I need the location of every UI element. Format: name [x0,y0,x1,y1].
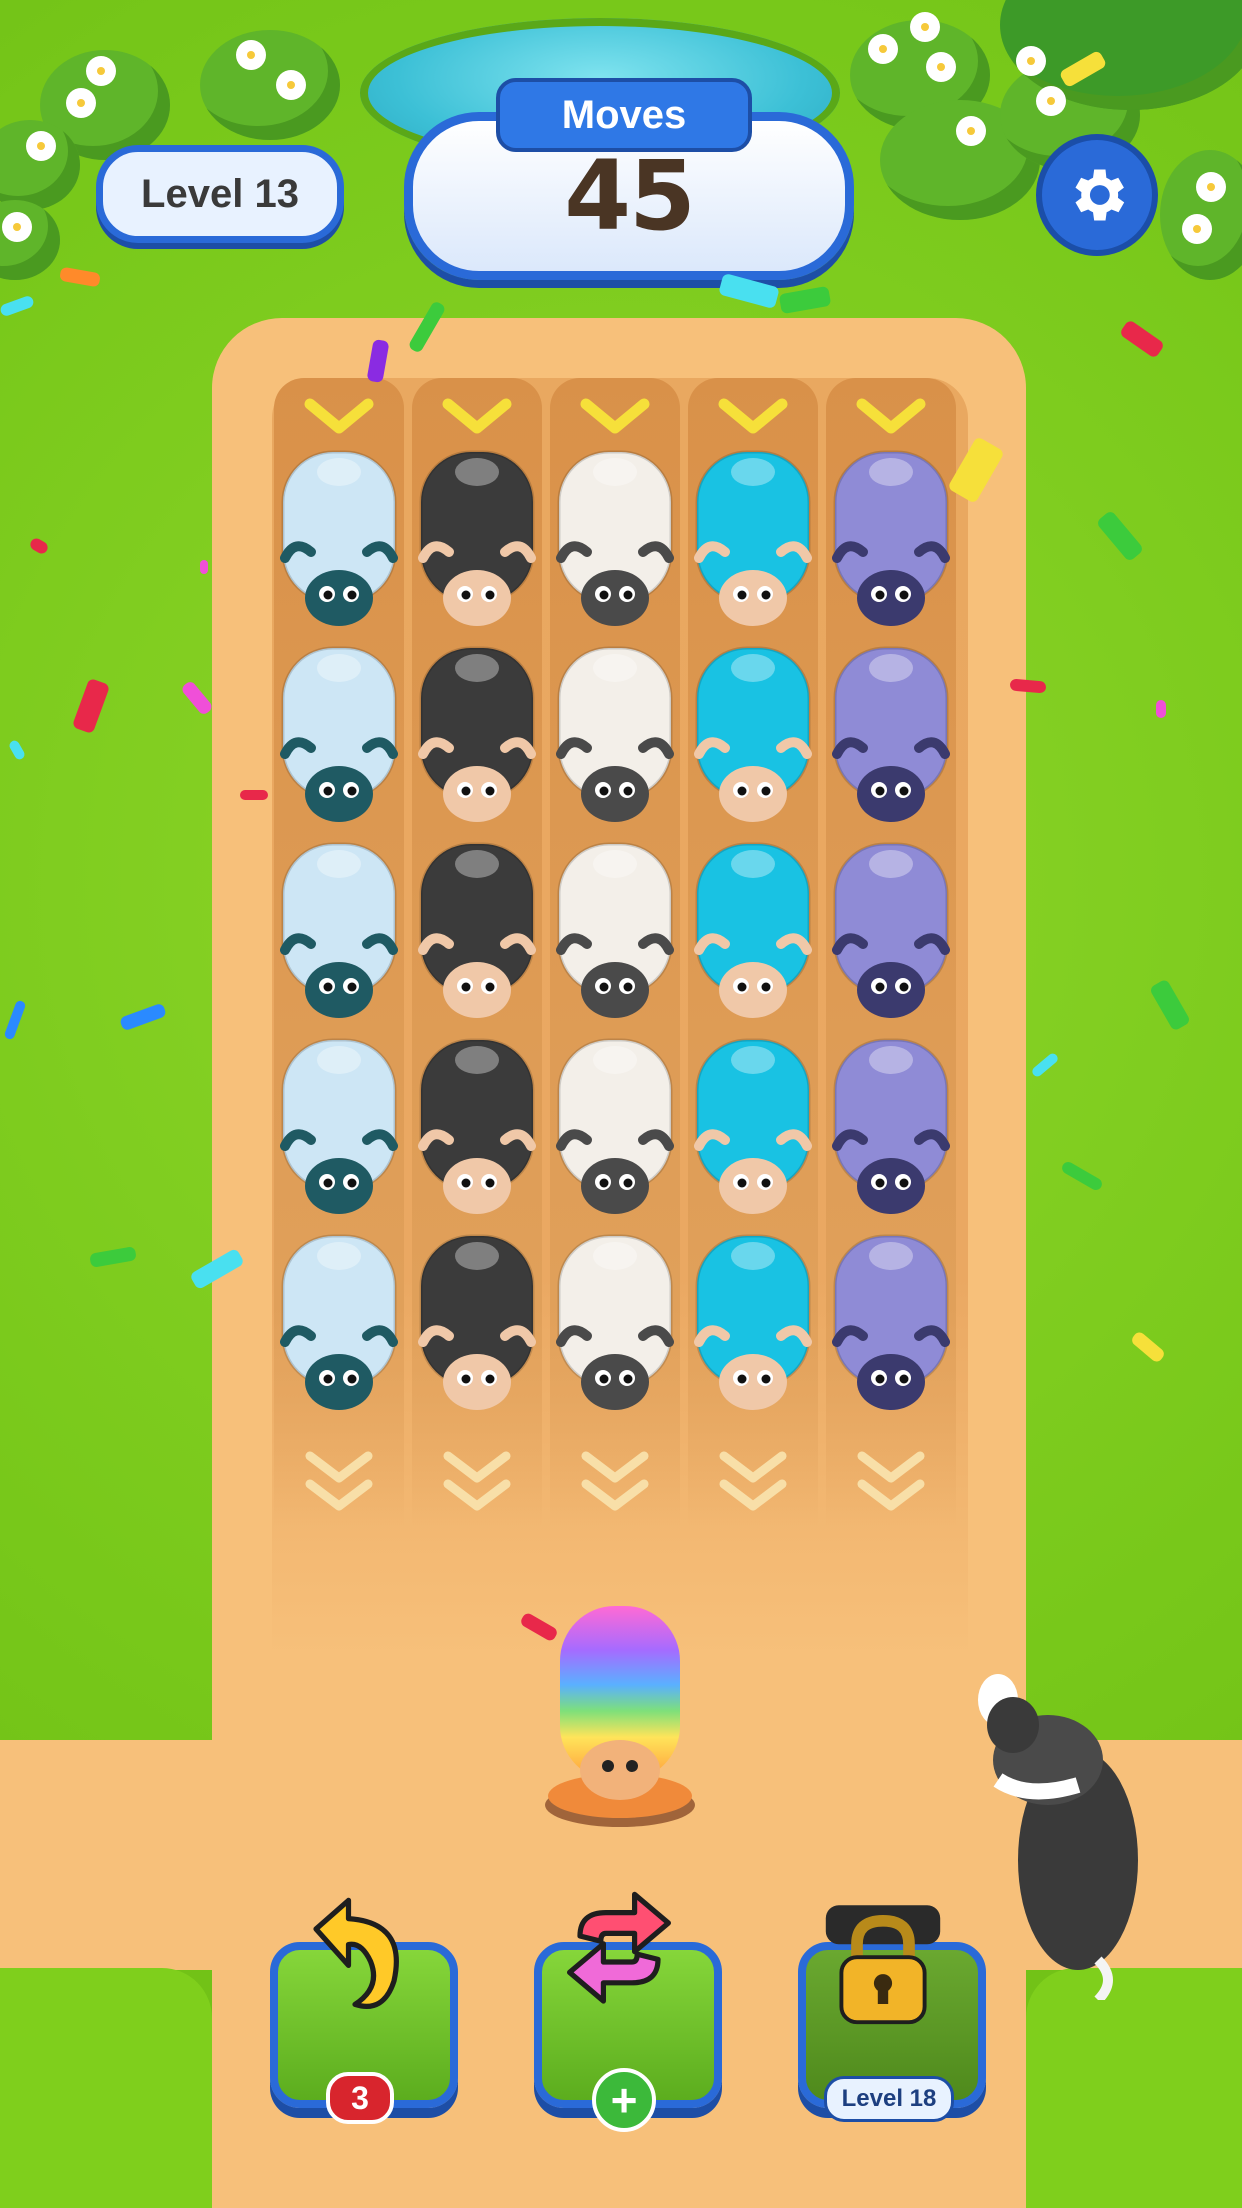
sheep[interactable] [551,644,679,828]
column-arrow-icon [856,396,926,436]
sheep[interactable] [827,448,955,632]
padlock-icon [825,1905,941,2025]
grass-patch [0,1968,212,2208]
settings-button[interactable] [1036,134,1158,256]
level-indicator: Level 13 [96,145,344,243]
sheep[interactable] [413,1232,541,1416]
sheep[interactable] [275,644,403,828]
sheep[interactable] [551,1232,679,1416]
sheep[interactable] [413,644,541,828]
confetti-piece [240,790,268,800]
sheep[interactable] [689,448,817,632]
rainbow-sheep-piece[interactable] [540,1600,700,1830]
column-arrow-icon [718,396,788,436]
add-label: + [610,2074,638,2126]
sheep[interactable] [689,644,817,828]
sheep[interactable] [827,1036,955,1220]
sheep[interactable] [275,448,403,632]
sheep-board [272,378,968,1658]
sheep[interactable] [689,1036,817,1220]
flower [30,135,52,157]
column-arrow-icon [580,396,650,436]
sheep[interactable] [689,840,817,1024]
undo-arrow-icon [313,1897,399,2009]
flower [1200,176,1222,198]
flower [1020,50,1042,72]
flower [1040,90,1062,112]
flower [960,120,982,142]
flower [280,74,302,96]
sheep[interactable] [551,1036,679,1220]
undo-count-badge: 3 [326,2072,394,2124]
flower [1186,218,1208,240]
double-chevron-icon [302,1448,376,1518]
flower [90,60,112,82]
sheep[interactable] [551,840,679,1024]
column-arrow-icon [304,396,374,436]
sheepdog [968,1670,1168,2004]
column-arrow-icon [442,396,512,436]
add-shuffle-badge[interactable]: + [592,2068,656,2132]
unlock-level-badge: Level 18 [824,2076,954,2122]
flower [930,56,952,78]
unlock-level-label: Level 18 [841,2085,937,2112]
sheep[interactable] [275,1036,403,1220]
gear-icon [1075,169,1125,221]
level-label: Level 13 [141,171,299,216]
undo-count: 3 [351,2079,369,2116]
sheep[interactable] [827,840,955,1024]
double-chevron-icon [440,1448,514,1518]
sheep[interactable] [827,644,955,828]
confetti-piece [200,560,208,574]
sheep[interactable] [827,1232,955,1416]
sheep[interactable] [413,1036,541,1220]
flower [70,92,92,114]
sheep[interactable] [275,1232,403,1416]
sheep[interactable] [551,448,679,632]
sheep[interactable] [275,840,403,1024]
double-chevron-icon [578,1448,652,1518]
shuffle-icon [567,1891,671,2004]
confetti-piece [1156,700,1166,718]
flower [240,44,262,66]
double-chevron-icon [716,1448,790,1518]
double-chevron-icon [854,1448,928,1518]
moves-value: 45 [564,140,696,252]
sheep[interactable] [413,448,541,632]
moves-label: Moves [561,92,687,137]
flower [872,38,894,60]
flower [6,216,28,238]
sheep[interactable] [689,1232,817,1416]
flower [914,16,936,38]
bush [200,30,340,140]
grass-patch [1026,1968,1242,2208]
sheep[interactable] [413,840,541,1024]
